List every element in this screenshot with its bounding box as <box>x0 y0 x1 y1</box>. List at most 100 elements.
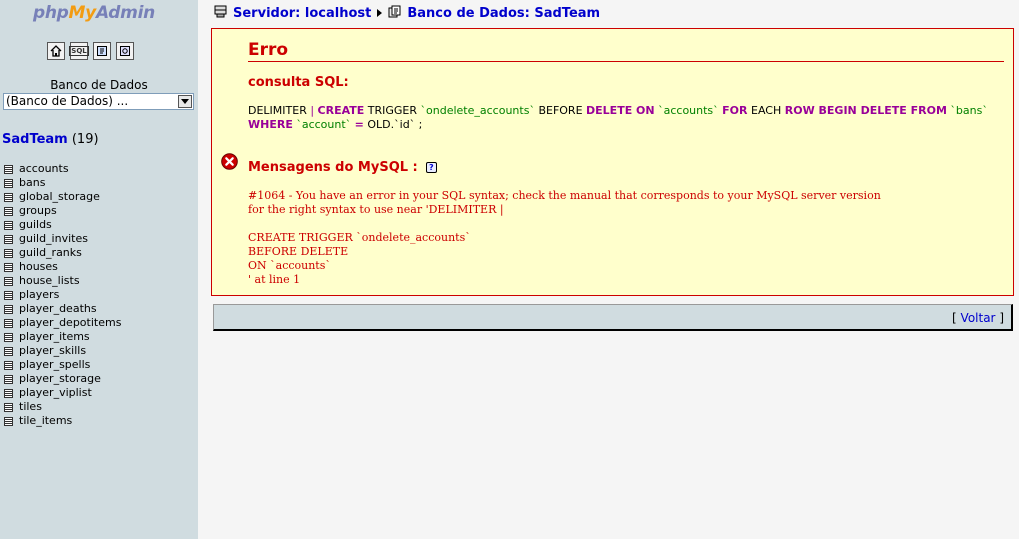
table-name[interactable]: guild_ranks <box>19 246 82 260</box>
table-icon[interactable] <box>4 164 13 174</box>
table-item[interactable]: players <box>4 288 121 302</box>
table-item[interactable]: tile_items <box>4 414 121 428</box>
database-label: Banco de Dados <box>50 78 148 92</box>
error-icon <box>221 153 238 170</box>
table-list: accounts bans global_storage groups guilds gu… <box>4 162 121 428</box>
docs-icon[interactable] <box>116 42 134 60</box>
sql-token: DELETE ON <box>586 104 655 117</box>
help-icon[interactable]: ? <box>425 162 437 173</box>
sidebar-toolbar: SQL <box>47 42 134 62</box>
sql-token: TRIGGER <box>364 104 421 117</box>
table-icon[interactable] <box>4 248 13 258</box>
back-bar: [ Voltar ] <box>213 304 1013 331</box>
sql-token: WHERE <box>248 118 293 131</box>
phpmyadmin-logo[interactable]: phpMyAdmin <box>33 3 155 23</box>
back-link[interactable]: Voltar <box>961 311 996 325</box>
sql-token: OLD.`id` ; <box>363 118 423 131</box>
table-name[interactable]: tiles <box>19 400 42 414</box>
database-link[interactable]: Banco de Dados: SadTeam <box>407 6 600 21</box>
table-name[interactable]: guild_invites <box>19 232 88 246</box>
table-icon[interactable] <box>4 276 13 286</box>
table-icon[interactable] <box>4 178 13 188</box>
sql-token: `ondelete_accounts` <box>420 104 535 117</box>
home-icon[interactable] <box>47 42 65 60</box>
table-icon[interactable] <box>4 374 13 384</box>
table-item[interactable]: global_storage <box>4 190 121 204</box>
table-icon[interactable] <box>4 206 13 216</box>
table-name[interactable]: groups <box>19 204 57 218</box>
chevron-down-icon[interactable] <box>178 95 192 108</box>
sql-token: ROW BEGIN DELETE FROM <box>784 104 947 117</box>
query-window-icon[interactable] <box>93 42 111 60</box>
server-icon <box>214 5 227 22</box>
sql-icon[interactable]: SQL <box>69 42 89 60</box>
table-item[interactable]: accounts <box>4 162 121 176</box>
main-frame: Servidor: localhost Banco de Dados: SadT… <box>198 0 1019 539</box>
table-name[interactable]: player_deaths <box>19 302 97 316</box>
table-icon[interactable] <box>4 262 13 272</box>
current-database: SadTeam (19) <box>2 132 99 147</box>
database-icon <box>388 5 401 22</box>
table-icon[interactable] <box>4 360 13 370</box>
mysql-message-line: BEFORE DELETE <box>248 245 349 258</box>
table-item[interactable]: player_deaths <box>4 302 121 316</box>
table-item[interactable]: player_viplist <box>4 386 121 400</box>
table-name[interactable]: player_skills <box>19 344 86 358</box>
table-item[interactable]: houses <box>4 260 121 274</box>
table-item[interactable]: player_items <box>4 330 121 344</box>
sql-query-text: DELIMITER | CREATE TRIGGER `ondelete_acc… <box>248 104 998 132</box>
table-icon[interactable] <box>4 290 13 300</box>
table-name[interactable]: player_items <box>19 330 90 344</box>
table-item[interactable]: house_lists <box>4 274 121 288</box>
sql-token: `accounts` <box>658 104 719 117</box>
table-name[interactable]: house_lists <box>19 274 80 288</box>
sql-token: `account` <box>296 118 352 131</box>
table-icon[interactable] <box>4 346 13 356</box>
table-item[interactable]: guild_ranks <box>4 246 121 260</box>
table-item[interactable]: player_storage <box>4 372 121 386</box>
breadcrumb-arrow-icon <box>377 9 383 17</box>
table-name[interactable]: bans <box>19 176 45 190</box>
database-select[interactable]: (Banco de Dados) ... <box>3 93 194 110</box>
table-item[interactable]: player_skills <box>4 344 121 358</box>
table-item[interactable]: player_depotitems <box>4 316 121 330</box>
table-icon[interactable] <box>4 192 13 202</box>
sql-token: BEFORE <box>534 104 587 117</box>
table-item[interactable]: tiles <box>4 400 121 414</box>
table-name[interactable]: global_storage <box>19 190 100 204</box>
table-icon[interactable] <box>4 220 13 230</box>
table-icon[interactable] <box>4 332 13 342</box>
table-item[interactable]: guild_invites <box>4 232 121 246</box>
table-item[interactable]: guilds <box>4 218 121 232</box>
table-icon[interactable] <box>4 234 13 244</box>
sql-token: FOR <box>722 104 748 117</box>
back-link-wrapper: [ Voltar ] <box>952 311 1004 325</box>
current-database-link[interactable]: SadTeam <box>2 132 68 147</box>
sql-token: = <box>354 118 364 131</box>
table-name[interactable]: players <box>19 288 59 302</box>
table-name[interactable]: player_storage <box>19 372 101 386</box>
table-name[interactable]: accounts <box>19 162 69 176</box>
table-icon[interactable] <box>4 304 13 314</box>
mysql-message-line: for the right syntax to use near 'DELIMI… <box>248 203 504 216</box>
table-item[interactable]: bans <box>4 176 121 190</box>
sql-token: `bans` <box>950 104 988 117</box>
table-name[interactable]: player_depotitems <box>19 316 121 330</box>
table-icon[interactable] <box>4 318 13 328</box>
mysql-message-line: CREATE TRIGGER `ondelete_accounts` <box>248 231 471 244</box>
left-frame: phpMyAdmin SQL Banco de Dados (Banco de … <box>0 0 198 539</box>
table-item[interactable]: player_spells <box>4 358 121 372</box>
table-name[interactable]: houses <box>19 260 58 274</box>
table-icon[interactable] <box>4 388 13 398</box>
table-name[interactable]: guilds <box>19 218 52 232</box>
mysql-message-line: #1064 - You have an error in your SQL sy… <box>248 189 881 202</box>
table-name[interactable]: tile_items <box>19 414 72 428</box>
table-name[interactable]: player_viplist <box>19 386 92 400</box>
table-icon[interactable] <box>4 402 13 412</box>
table-item[interactable]: groups <box>4 204 121 218</box>
table-icon[interactable] <box>4 416 13 426</box>
sql-query-label: consulta SQL: <box>248 75 349 90</box>
server-link[interactable]: Servidor: localhost <box>233 6 371 21</box>
mysql-message-line: ON `accounts` <box>248 259 331 272</box>
table-name[interactable]: player_spells <box>19 358 90 372</box>
